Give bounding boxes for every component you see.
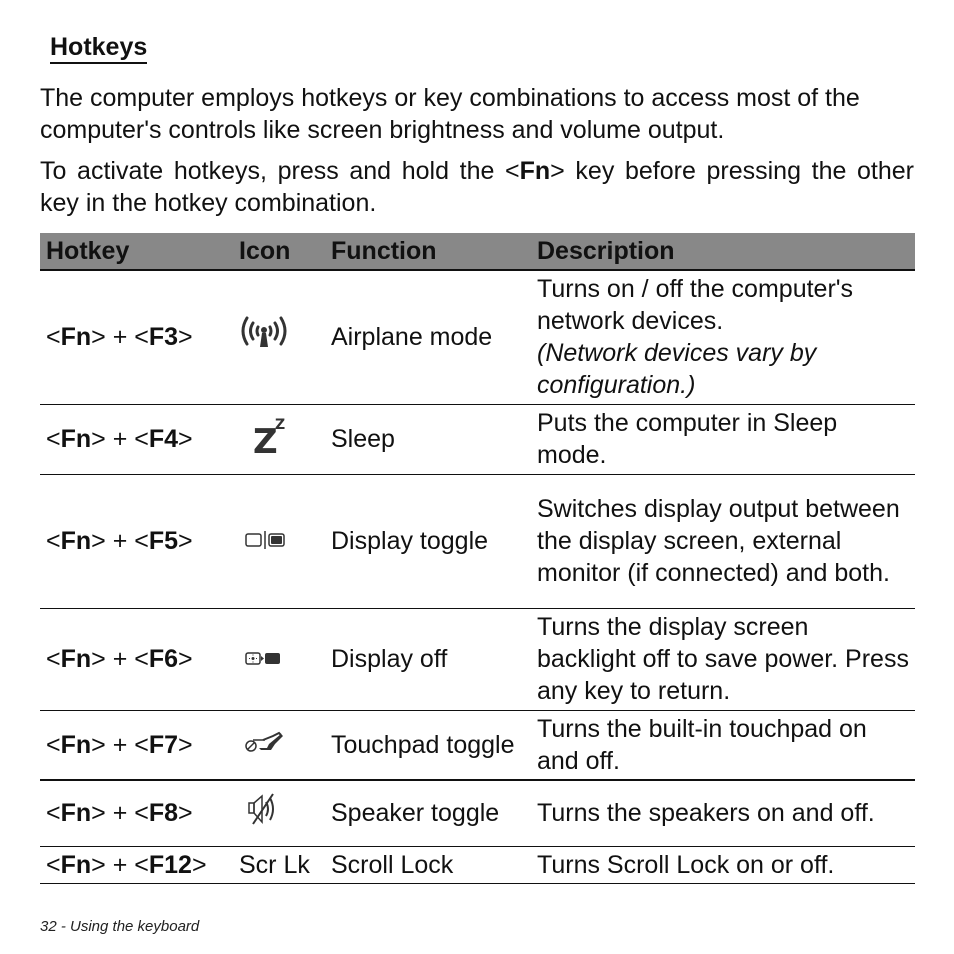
- description-text: Turns Scroll Lock on or off.: [537, 850, 835, 879]
- hotkey-cell: <Fn> + <F7>: [40, 710, 233, 781]
- function-key: F12: [148, 850, 192, 879]
- function-key: F6: [148, 645, 179, 673]
- table-row: <Fn> + <F4> Z Z Sleep Puts the computer …: [40, 404, 915, 475]
- table-row: <Fn> + <F12> Scr Lk Scroll Lock Turns Sc…: [40, 846, 915, 884]
- svg-text:Z: Z: [253, 422, 278, 457]
- display-toggle-icon: [239, 526, 289, 558]
- activation-text-before: To activate hotkeys, press and hold the …: [40, 157, 520, 185]
- airplane-mode-icon: [239, 313, 289, 361]
- table-row: <Fn> + <F6> Display off Turns the displa…: [40, 608, 915, 711]
- modifier-key: Fn: [60, 645, 92, 673]
- hotkeys-table: Hotkey Icon Function Description <Fn> + …: [40, 233, 915, 884]
- header-description: Description: [531, 233, 915, 271]
- function-key: F5: [148, 527, 179, 555]
- modifier-key: Fn: [60, 799, 92, 828]
- description-text: Turns the display screen backlight off t…: [537, 613, 909, 705]
- function-cell: Speaker toggle: [325, 780, 531, 847]
- description-cell: Turns on / off the computer's network de…: [531, 270, 915, 405]
- hotkey-cell: <Fn> + <F5>: [40, 474, 233, 609]
- header-hotkey: Hotkey: [40, 233, 233, 271]
- table-row: <Fn> + <F8> Speaker toggle Turns the spe…: [40, 780, 915, 847]
- description-cell: Switches display output between the disp…: [531, 474, 915, 609]
- hotkey-cell: <Fn> + <F3>: [40, 270, 233, 405]
- description-text: Turns on / off the computer's network de…: [537, 275, 854, 336]
- function-key: F8: [148, 799, 179, 828]
- activation-paragraph: To activate hotkeys, press and hold the …: [40, 155, 914, 219]
- function-cell: Touchpad toggle: [325, 710, 531, 781]
- description-text: Switches display output between the disp…: [537, 495, 900, 587]
- icon-cell: [233, 474, 325, 609]
- table-row: <Fn> + <F3> Airplane mode Turns on / off…: [40, 270, 915, 405]
- icon-cell: [233, 710, 325, 781]
- function-cell: Scroll Lock: [325, 846, 531, 884]
- intro-paragraph: The computer employs hotkeys or key comb…: [40, 84, 860, 144]
- icon-cell: [233, 270, 325, 405]
- speaker-toggle-icon: [239, 792, 289, 834]
- sleep-icon: Z Z: [239, 413, 289, 465]
- hotkey-cell: <Fn> + <F12>: [40, 846, 233, 884]
- hotkey-cell: <Fn> + <F8>: [40, 780, 233, 847]
- modifier-key: Fn: [60, 323, 92, 352]
- scroll-lock-icon-text: Scr Lk: [233, 846, 325, 884]
- description-note: (Network devices vary by configuration.): [537, 339, 817, 400]
- function-cell: Display off: [325, 608, 531, 711]
- description-cell: Turns the display screen backlight off t…: [531, 608, 915, 711]
- icon-cell: [233, 780, 325, 847]
- svg-text:Z: Z: [275, 417, 285, 433]
- page-footer: 32 - Using the keyboard: [40, 918, 200, 935]
- description-cell: Turns Scroll Lock on or off.: [531, 846, 915, 884]
- function-key: F3: [148, 323, 179, 352]
- hotkey-cell: <Fn> + <F4>: [40, 404, 233, 475]
- table-row: <Fn> + <F5> Display toggle Switches disp…: [40, 474, 915, 609]
- display-off-icon: [239, 644, 289, 676]
- table-row: <Fn> + <F7> Touchpad toggle Turns the bu…: [40, 710, 915, 781]
- function-cell: Airplane mode: [325, 270, 531, 405]
- modifier-key: Fn: [60, 425, 92, 453]
- header-icon: Icon: [233, 233, 325, 271]
- page-heading: Hotkeys: [50, 32, 148, 64]
- hotkey-cell: <Fn> + <F6>: [40, 608, 233, 711]
- touchpad-toggle-icon: [239, 726, 289, 764]
- description-cell: Turns the built-in touchpad on and off.: [531, 710, 915, 781]
- function-key: F7: [148, 730, 179, 759]
- description-cell: Turns the speakers on and off.: [531, 780, 915, 847]
- description-text: Turns the speakers on and off.: [537, 799, 875, 828]
- modifier-key: Fn: [60, 730, 92, 759]
- description-cell: Puts the computer in Sleep mode.: [531, 404, 915, 475]
- function-key: F4: [148, 425, 179, 453]
- function-cell: Display toggle: [325, 474, 531, 609]
- description-text: Turns the built-in touchpad on and off.: [537, 714, 867, 775]
- modifier-key: Fn: [60, 850, 92, 879]
- table-header-row: Hotkey Icon Function Description: [40, 233, 915, 271]
- function-cell: Sleep: [325, 404, 531, 475]
- fn-key-label: Fn: [519, 157, 551, 185]
- header-function: Function: [325, 233, 531, 271]
- description-text: Puts the computer in Sleep mode.: [537, 409, 838, 469]
- icon-cell: [233, 608, 325, 711]
- modifier-key: Fn: [60, 527, 92, 555]
- icon-cell: Z Z: [233, 404, 325, 475]
